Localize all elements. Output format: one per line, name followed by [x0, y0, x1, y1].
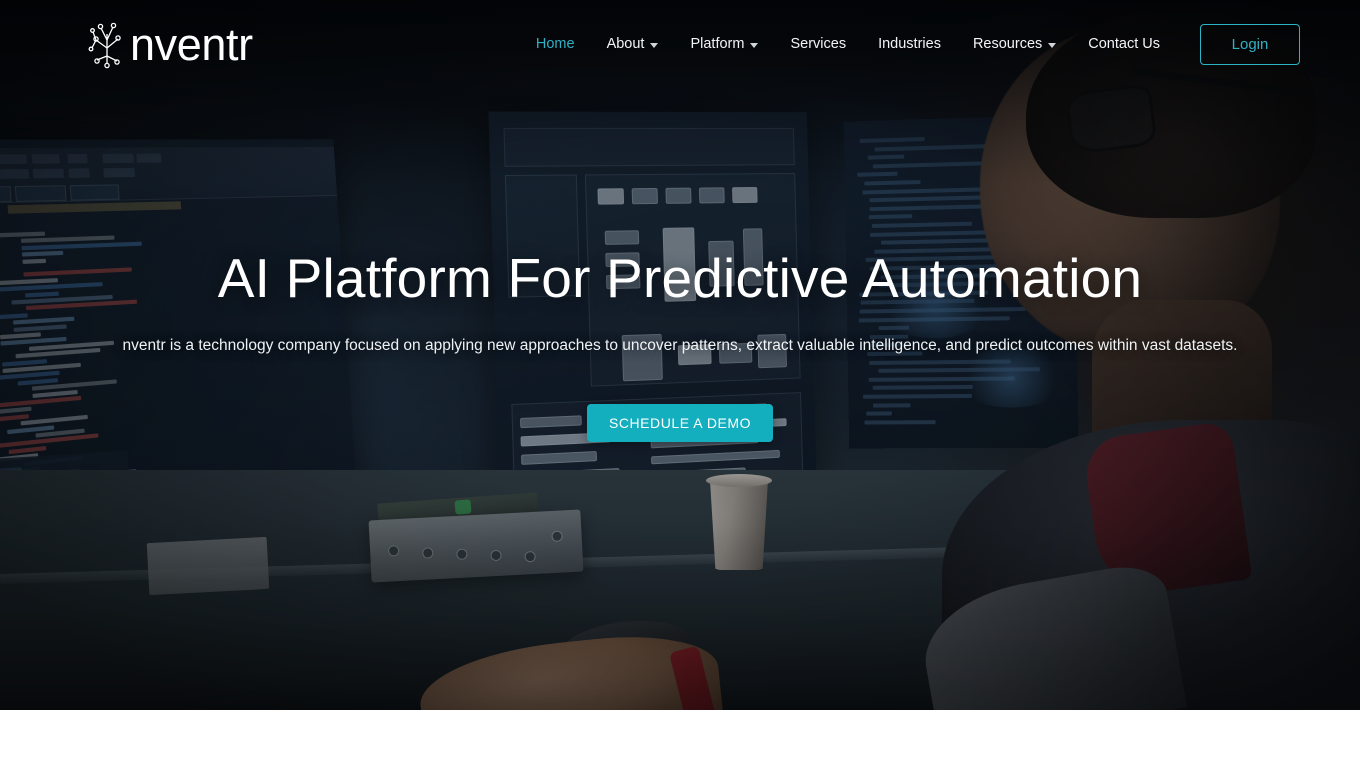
- chevron-down-icon: [1048, 43, 1057, 48]
- nav-links: Home About Platform Services Industries Resou…: [520, 26, 1176, 62]
- nav-item-label: Services: [790, 36, 847, 52]
- nav-item-resources[interactable]: Resources: [957, 26, 1072, 62]
- nav-item-label: Home: [535, 36, 575, 52]
- brand-name: nventr: [130, 18, 253, 70]
- nav-item-contact-us[interactable]: Contact Us: [1072, 26, 1176, 62]
- network-node-tree-icon: [88, 22, 121, 69]
- chevron-down-icon: [750, 43, 759, 48]
- nav-item-services[interactable]: Services: [774, 26, 862, 62]
- login-button[interactable]: Login: [1200, 23, 1300, 65]
- nav-item-label: Resources: [972, 36, 1043, 52]
- page-body-below-hero: [0, 710, 1360, 764]
- hero-title: AI Platform For Predictive Automation: [217, 247, 1143, 309]
- hero-subtitle: nventr is a technology company focused o…: [122, 336, 1238, 354]
- nav-item-label: Contact Us: [1088, 36, 1160, 52]
- schedule-demo-button[interactable]: SCHEDULE A DEMO: [586, 403, 774, 442]
- hero-section: nventr Home About Platform Services Industri…: [0, 0, 1360, 710]
- nav-item-label: About: [606, 36, 645, 52]
- nav-item-industries[interactable]: Industries: [862, 26, 957, 62]
- hero-content: AI Platform For Predictive Automation nv…: [0, 0, 1360, 710]
- nav-item-home[interactable]: Home: [520, 26, 591, 62]
- nav-item-label: Industries: [878, 36, 941, 52]
- nav-item-label: Platform: [690, 36, 745, 52]
- main-navigation: nventr Home About Platform Services Industri…: [0, 0, 1360, 88]
- chevron-down-icon: [650, 43, 659, 48]
- nav-item-about[interactable]: About: [591, 26, 675, 62]
- nav-item-platform[interactable]: Platform: [674, 26, 774, 62]
- brand-logo-link[interactable]: nventr: [88, 18, 253, 70]
